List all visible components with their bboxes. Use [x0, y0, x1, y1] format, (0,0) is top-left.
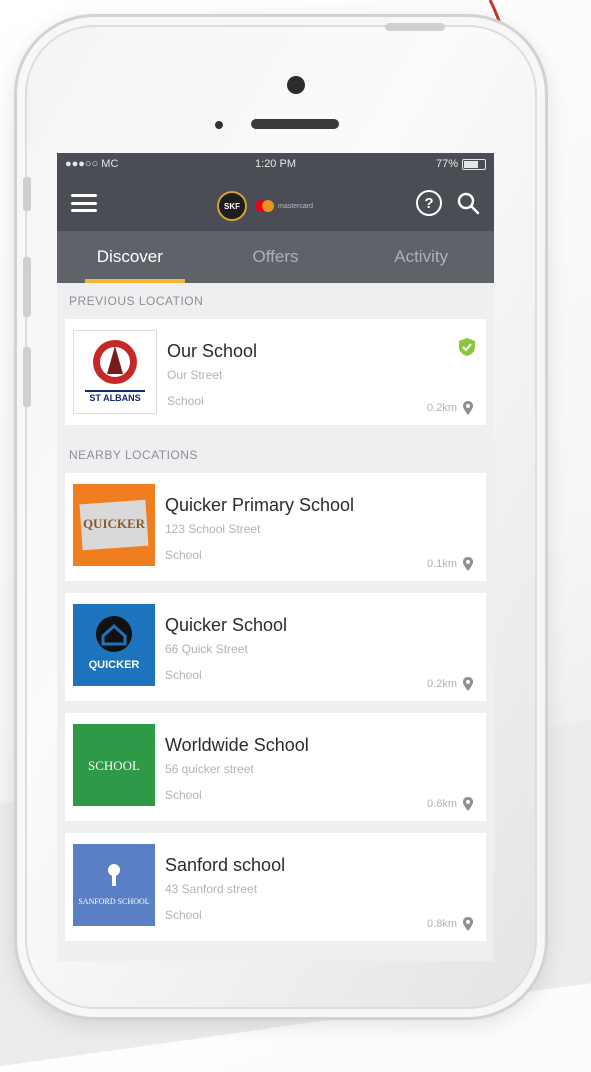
location-card[interactable]: SCHOOL Worldwide School 56 quicker stree…: [65, 713, 486, 821]
distance-text: 0.1km: [427, 558, 457, 570]
location-type: School: [165, 908, 202, 922]
mute-switch: [23, 177, 31, 211]
school-logo-sanford: SANFORD SCHOOL: [73, 844, 155, 926]
battery-fill: [464, 160, 478, 168]
map-pin-icon: [463, 401, 473, 415]
location-name: Worldwide School: [165, 735, 309, 755]
tab-bar: Discover Offers Activity: [57, 231, 494, 283]
location-distance: 0.1km: [427, 557, 474, 571]
school-logo-quicker: QUICKER: [73, 604, 155, 686]
location-details: Worldwide School 56 quicker street Schoo…: [165, 713, 309, 802]
proximity-sensor: [215, 121, 223, 129]
brand-logos: SKF mastercard: [217, 191, 313, 221]
location-street: 66 Quick Street: [165, 642, 248, 656]
location-name: Quicker Primary School: [165, 495, 355, 515]
brand-logo: SKF: [217, 191, 247, 221]
location-name: Quicker School: [165, 615, 288, 635]
mastercard-logo: mastercard: [255, 200, 313, 212]
school-logo-quicker-primary: QUICKER: [73, 484, 155, 566]
distance-text: 0.8km: [427, 918, 457, 930]
location-card[interactable]: QUICKER Quicker School 66 Quick Street S…: [65, 593, 486, 701]
map-pin-icon: [463, 677, 473, 691]
map-pin-icon: [463, 557, 473, 571]
st-albans-logo-text: ST ALBANS: [89, 393, 141, 403]
logo-wordmark: QUICKER: [89, 659, 140, 671]
location-type: School: [165, 668, 202, 682]
volume-up-button: [23, 257, 31, 317]
hamburger-icon[interactable]: [71, 194, 97, 212]
school-logo-worldwide: SCHOOL: [73, 724, 155, 806]
power-button: [385, 23, 445, 31]
quicker-logo-icon: QUICKER: [89, 616, 140, 671]
nearby-locations-heading: NEARBY LOCATIONS: [69, 448, 198, 462]
tab-discover[interactable]: Discover: [57, 231, 203, 283]
location-street: 43 Sanford street: [165, 882, 258, 896]
distance-text: 0.2km: [427, 678, 457, 690]
quicker-primary-logo-icon: QUICKER: [79, 499, 149, 551]
distance-text: 0.2km: [427, 402, 457, 414]
tab-offers[interactable]: Offers: [203, 231, 349, 283]
app-header: SKF mastercard ?: [57, 175, 494, 231]
worldwide-logo-icon: SCHOOL: [88, 758, 140, 773]
location-details: Our School Our Street School: [167, 319, 257, 408]
logo-wordmark: SANFORD SCHOOL: [78, 897, 149, 906]
battery-icon: [462, 158, 486, 170]
logo-wordmark: QUICKER: [83, 516, 146, 531]
location-card-previous[interactable]: ST ALBANS Our School Our Street School 0…: [65, 319, 486, 425]
logo-wordmark: SCHOOL: [88, 758, 140, 773]
search-icon[interactable]: [456, 191, 480, 215]
volume-down-button: [23, 347, 31, 407]
location-name: Our School: [167, 341, 258, 361]
location-name: Sanford school: [165, 855, 286, 875]
earpiece-speaker: [251, 119, 339, 129]
location-type: School: [167, 394, 204, 408]
mastercard-orange-circle: [262, 200, 274, 212]
location-details: Quicker School 66 Quick Street School: [165, 593, 287, 682]
location-type: School: [165, 788, 202, 802]
location-details: Quicker Primary School 123 School Street…: [165, 473, 354, 562]
previous-location-heading: PREVIOUS LOCATION: [69, 294, 204, 308]
mastercard-wordmark: mastercard: [278, 202, 314, 210]
status-time: 1:20 PM: [255, 158, 296, 170]
help-circle-icon[interactable]: ?: [416, 190, 442, 216]
app-screen: ●●●○○ MC 1:20 PM 77% SKF mastercard ? Di…: [57, 153, 494, 961]
location-type: School: [165, 548, 202, 562]
school-logo-st-albans: ST ALBANS: [73, 330, 157, 414]
location-street: 56 quicker street: [165, 762, 254, 776]
location-street: 123 School Street: [165, 522, 261, 536]
verified-shield-icon: [459, 338, 475, 356]
location-distance: 0.6km: [427, 797, 474, 811]
status-bar: ●●●○○ MC 1:20 PM 77%: [57, 153, 494, 175]
location-distance: 0.2km: [427, 401, 474, 415]
header-actions: ?: [416, 190, 480, 216]
map-pin-icon: [463, 917, 473, 931]
distance-text: 0.6km: [427, 798, 457, 810]
tab-activity[interactable]: Activity: [348, 231, 494, 283]
location-card[interactable]: QUICKER Quicker Primary School 123 Schoo…: [65, 473, 486, 581]
sanford-logo-icon: SANFORD SCHOOL: [78, 864, 150, 906]
location-distance: 0.8km: [427, 917, 474, 931]
location-card[interactable]: SANFORD SCHOOL Sanford school 43 Sanford…: [65, 833, 486, 941]
location-distance: 0.2km: [427, 677, 474, 691]
location-street: Our Street: [167, 368, 223, 382]
location-details: Sanford school 43 Sanford street School: [165, 833, 285, 922]
front-camera: [287, 76, 305, 94]
map-pin-icon: [463, 797, 473, 811]
